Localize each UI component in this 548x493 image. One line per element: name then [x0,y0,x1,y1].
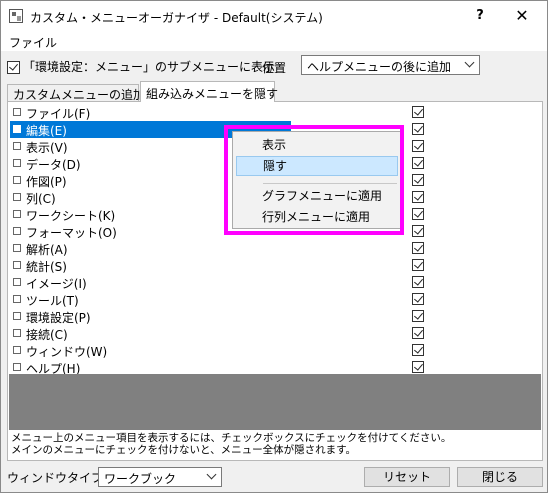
tree-node-icon [13,295,21,303]
menu-item-label: 解析(A) [26,243,68,257]
menu-item-label: フォーマット(O) [26,226,117,240]
context-menu-separator [263,183,397,184]
tab-label: 組み込みメニューを隠す [146,87,279,101]
menu-item-visible-checkbox[interactable] [412,276,424,288]
tree-node-icon [13,312,21,320]
menu-item-row[interactable]: イメージ(I) [9,274,541,291]
menu-item-visible-checkbox[interactable] [412,361,424,373]
menu-item-row[interactable]: 環境設定(P) [9,308,541,325]
menu-item-label: ワークシート(K) [26,209,116,223]
tree-node-icon [13,244,21,252]
menu-item-visible-checkbox[interactable] [412,208,424,220]
menu-item-label: ウィンドウ(W) [26,345,108,359]
tree-node-icon [13,346,21,354]
context-item-apply-graph-menu[interactable]: グラフメニューに適用 [236,186,398,206]
menu-item-visible-checkbox[interactable] [412,174,424,186]
menu-item-label: 列(C) [26,192,56,206]
list-empty-area [9,374,541,430]
position-select-value: ヘルプメニューの後に追加 [307,60,452,74]
show-submenu-option[interactable]: 「環境設定：メニュー」のサブメニューに表示 [7,58,275,74]
context-menu: 表示 隠す グラフメニューに適用 行列メニューに適用 [232,131,401,229]
window-type-select[interactable]: ワークブック [98,467,222,487]
menu-item-visible-checkbox[interactable] [412,123,424,135]
menu-item-visible-checkbox[interactable] [412,310,424,322]
close-button[interactable]: 閉じる [457,467,543,487]
app-icon [9,9,23,23]
show-submenu-checkbox[interactable] [7,61,20,74]
custom-menu-organizer-window: カスタム・メニューオーガナイザ - Default(システム) ? ✕ ファイル… [0,0,548,493]
menu-item-visible-checkbox[interactable] [412,225,424,237]
tab-hide-builtin-menu[interactable]: 組み込みメニューを隠す [140,81,279,102]
menu-item-visible-checkbox[interactable] [412,259,424,271]
menu-item-visible-checkbox[interactable] [412,157,424,169]
chevron-down-icon [206,469,217,480]
menu-file[interactable]: ファイル [9,34,57,51]
help-button[interactable]: ? [469,5,491,27]
menu-item-row[interactable]: ファイル(F) [9,104,541,121]
context-item-apply-matrix-menu[interactable]: 行列メニューに適用 [236,207,398,227]
tree-node-icon [13,108,21,116]
context-item-hide[interactable]: 隠す [236,156,398,176]
menu-item-visible-checkbox[interactable] [412,293,424,305]
tree-node-icon [13,278,21,286]
position-select[interactable]: ヘルプメニューの後に追加 [301,55,480,75]
info-line-2: メインのメニューにチェックを付けないと、メニュー全体が隠されます。 [11,444,357,456]
menu-item-label: 統計(S) [26,260,67,274]
menu-item-visible-checkbox[interactable] [412,242,424,254]
menu-item-label: 作図(P) [26,175,67,189]
tab-label: カスタムメニューの追加 [13,88,146,102]
chevron-down-icon [464,57,475,68]
menu-item-label: データ(D) [26,158,81,172]
tree-node-icon [13,227,21,235]
title-bar: カスタム・メニューオーガナイザ - Default(システム) ? ✕ [1,1,547,31]
menu-item-label: 環境設定(P) [26,311,91,325]
show-submenu-label: 「環境設定：メニュー」のサブメニューに表示 [23,60,276,74]
info-line-1: メニュー上のメニュー項目を表示するには、チェックボックスにチェックを付けてくださ… [11,432,452,444]
tree-node-icon [13,125,21,133]
menu-item-visible-checkbox[interactable] [412,191,424,203]
menu-item-label: イメージ(I) [26,277,87,291]
menu-item-visible-checkbox[interactable] [412,106,424,118]
menu-bar: ファイル [1,31,547,51]
close-window-button[interactable]: ✕ [509,5,535,27]
menu-item-row[interactable]: ツール(T) [9,291,541,308]
menu-item-row[interactable]: 統計(S) [9,257,541,274]
menu-item-label: 表示(V) [26,141,68,155]
menu-item-row[interactable]: 解析(A) [9,240,541,257]
menu-item-visible-checkbox[interactable] [412,140,424,152]
tree-node-icon [13,142,21,150]
tree-node-icon [13,159,21,167]
menu-item-label: 編集(E) [26,124,67,138]
menu-item-row[interactable]: 接続(C) [9,325,541,342]
tree-node-icon [13,363,21,371]
position-label: 位置 [262,61,287,75]
menu-item-label: 接続(C) [26,328,68,342]
window-type-select-value: ワークブック [104,472,177,486]
info-text: メニュー上のメニュー項目を表示するには、チェックボックスにチェックを付けてくださ… [9,432,541,459]
tree-node-icon [13,193,21,201]
context-item-show[interactable]: 表示 [236,135,398,155]
window-title: カスタム・メニューオーガナイザ - Default(システム) [30,11,323,25]
tree-node-icon [13,329,21,337]
tree-node-icon [13,261,21,269]
reset-button[interactable]: リセット [364,467,450,487]
tree-node-icon [13,210,21,218]
menu-item-row[interactable]: ウィンドウ(W) [9,342,541,359]
menu-item-visible-checkbox[interactable] [412,344,424,356]
menu-item-visible-checkbox[interactable] [412,327,424,339]
menu-item-label: ファイル(F) [26,107,91,121]
menu-item-label: ツール(T) [26,294,79,308]
tree-node-icon [13,176,21,184]
window-type-label: ウィンドウタイプ [7,471,104,485]
tab-add-custom-menu[interactable]: カスタムメニューの追加 [7,84,145,102]
